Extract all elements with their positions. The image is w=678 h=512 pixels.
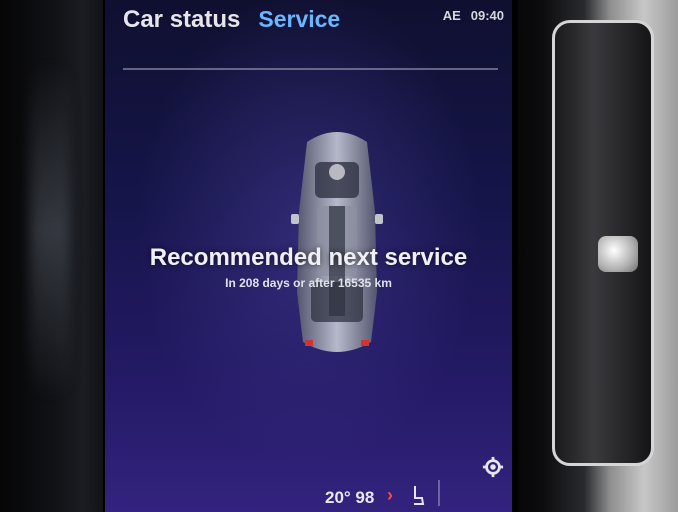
trim-reflection — [30, 60, 70, 400]
service-title: Recommended next service — [149, 244, 468, 271]
status-region: AE — [442, 8, 461, 23]
gear-icon[interactable] — [482, 456, 504, 478]
header-divider — [123, 68, 498, 70]
status-bar: AE 09:40 — [443, 8, 504, 23]
climate-bar: 20° 98 › — [105, 466, 512, 512]
status-time: 09:40 — [470, 8, 504, 23]
dashboard-left-trim — [0, 0, 120, 512]
infotainment-screen: Car status Service AE 09:40 Recommended … — [103, 0, 518, 512]
climate-divider — [438, 480, 440, 506]
service-detail: In 208 days or after 16535 km — [225, 276, 392, 290]
dashboard-right-trim — [508, 0, 678, 512]
seat-heat-icon[interactable] — [411, 484, 425, 506]
chevron-right-icon[interactable]: › — [387, 485, 393, 506]
air-vent-knob — [598, 236, 638, 272]
temperature-readout[interactable]: 20° 98 — [325, 488, 374, 508]
car-topview-icon — [291, 132, 383, 352]
tab-service[interactable]: Service — [258, 6, 340, 33]
header-tabs: Car status Service — [123, 6, 340, 46]
tab-car-status[interactable]: Car status — [123, 6, 240, 34]
